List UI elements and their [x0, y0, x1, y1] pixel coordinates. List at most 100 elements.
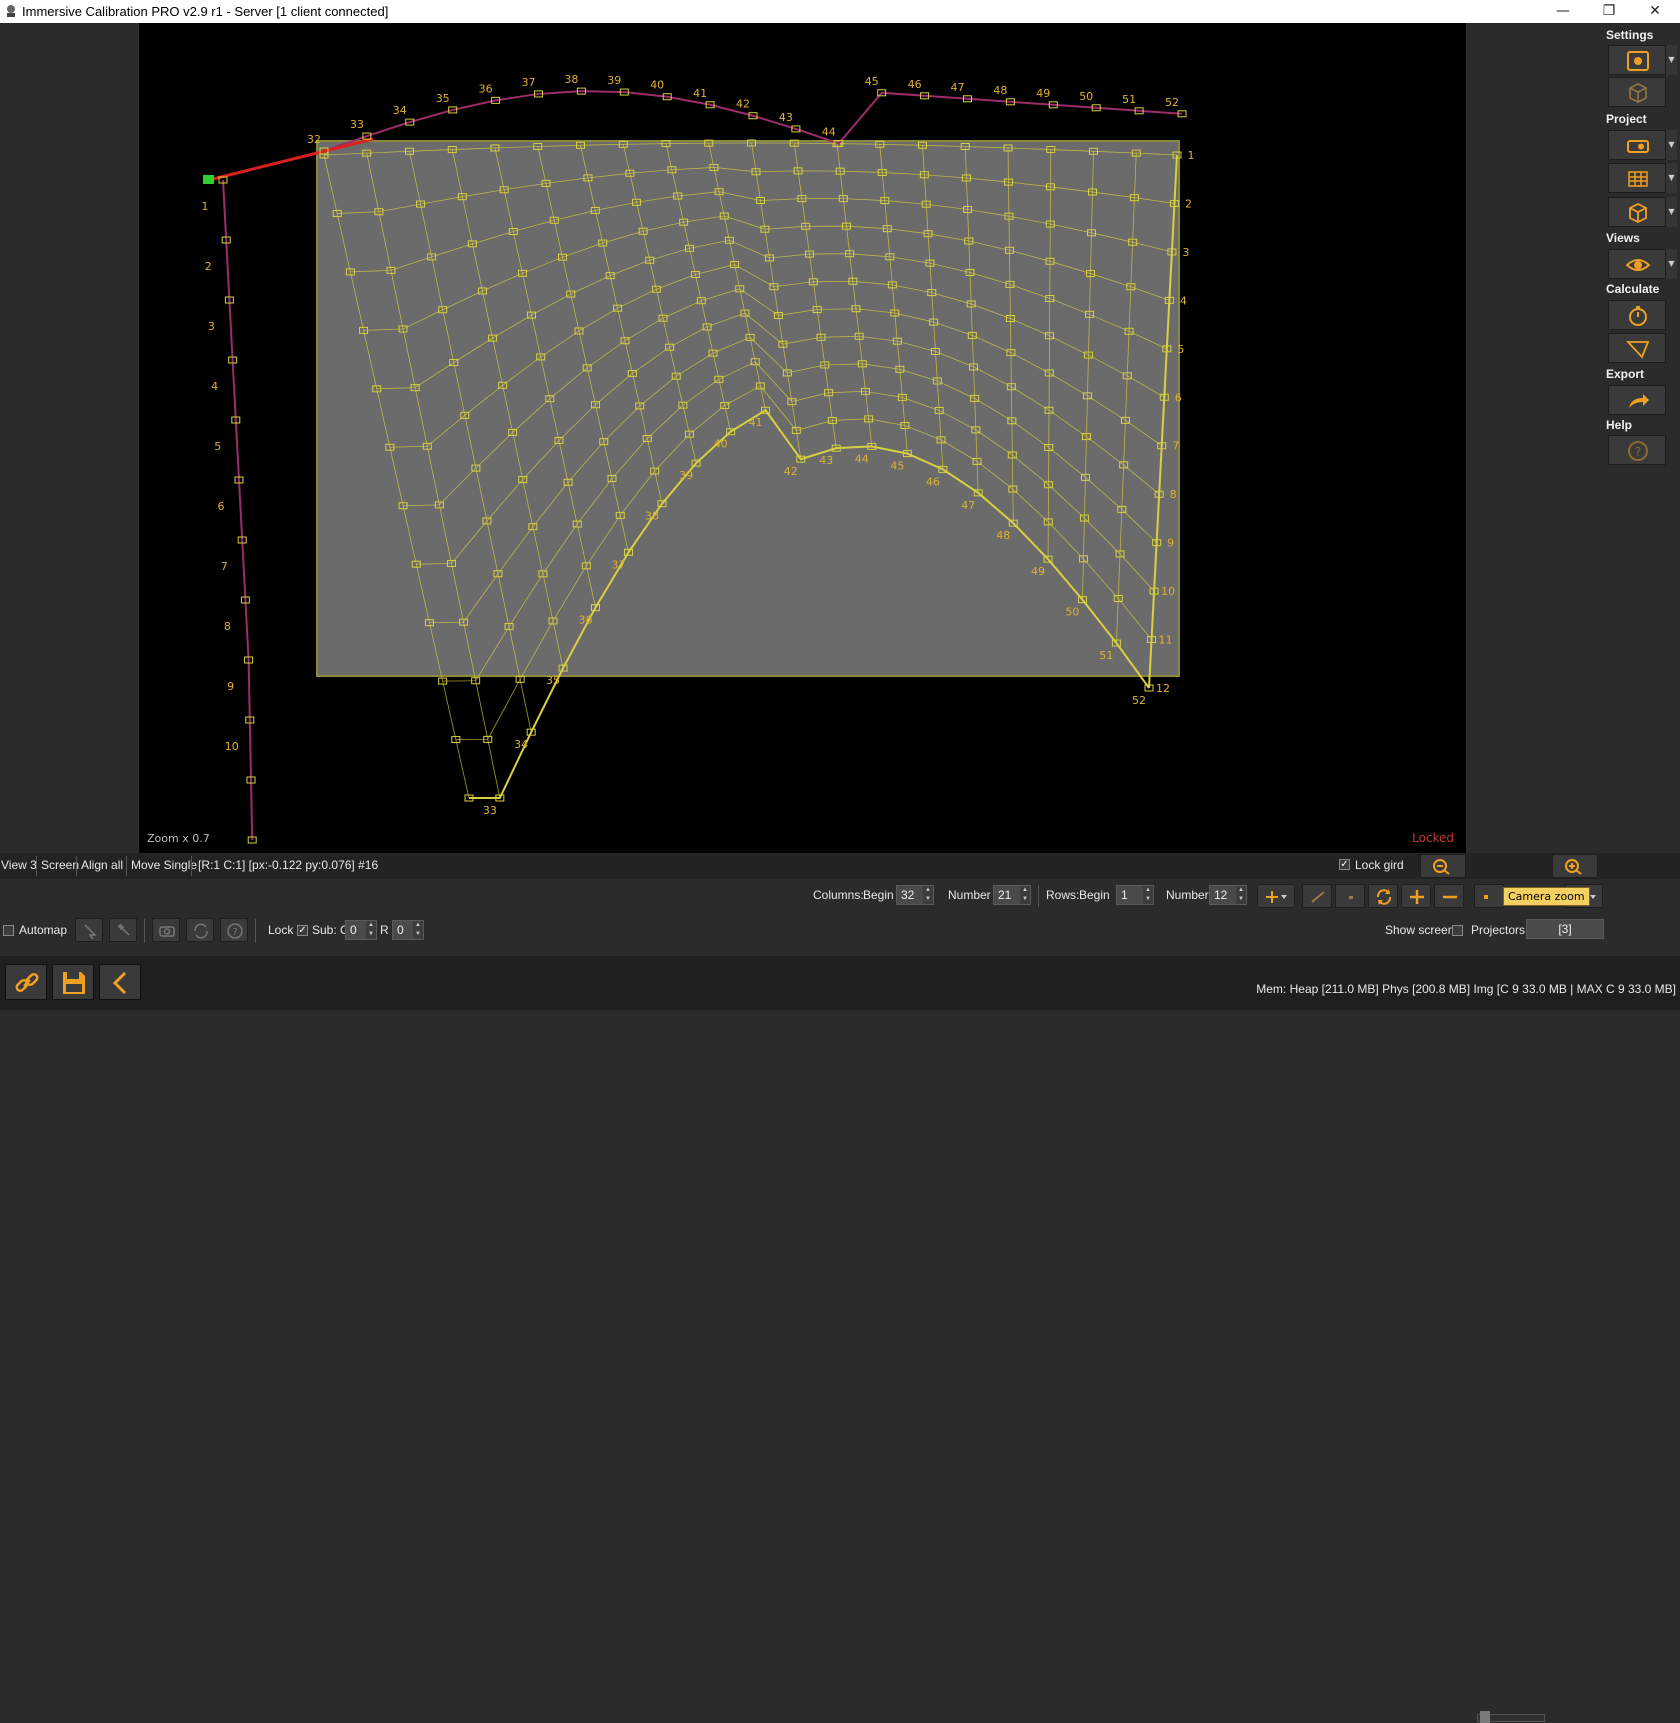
sync-button[interactable]	[186, 918, 214, 942]
chevron-left-icon	[112, 971, 127, 995]
views-dropdown[interactable]: ▼	[1666, 249, 1677, 279]
back-button[interactable]	[99, 964, 141, 1000]
left-row-label: 6	[218, 500, 225, 513]
camera-zoom-slider[interactable]	[1477, 1711, 1545, 1723]
cursor-icon	[84, 924, 97, 940]
top-column-label: 34	[393, 104, 407, 117]
help-icon: ?	[1628, 441, 1648, 461]
top-column-label: 39	[607, 74, 621, 87]
columns-begin-value: 32	[901, 888, 915, 902]
cursor-info: [R:1 C:1] [px:-0.122 py:0.076] #16	[198, 858, 379, 872]
top-column-label: 32	[307, 133, 321, 146]
minimize-button[interactable]: —	[1540, 0, 1586, 23]
screen-mode-button[interactable]: Screen	[41, 858, 79, 872]
calibration-grid-canvas[interactable]: 3233343536 37 38 39 404142434445 46 47 48 49 50 51…	[139, 23, 1466, 853]
spin-arrows-icon[interactable]: ▲ ▼	[923, 886, 933, 904]
show-screen-checkbox[interactable]	[1452, 925, 1463, 936]
zoom-in-button[interactable]	[1552, 854, 1598, 878]
info-button[interactable]: ?	[220, 918, 248, 942]
export-button[interactable]	[1608, 385, 1666, 415]
calculate-button[interactable]	[1608, 300, 1666, 330]
lock-grid-checkbox[interactable]: ✓	[1339, 859, 1350, 870]
save-button[interactable]	[52, 964, 94, 1000]
model-button[interactable]	[1608, 197, 1666, 227]
grid-settings-button[interactable]	[1608, 77, 1666, 107]
app-icon	[7, 5, 15, 17]
zoom-out-button[interactable]	[1420, 854, 1466, 878]
restore-button[interactable]: ❐	[1586, 0, 1632, 23]
rows-begin-value: 1	[1121, 888, 1128, 902]
mesh-dropdown[interactable]: ▼	[1666, 163, 1677, 193]
move-mode-button[interactable]: Move Single	[131, 858, 197, 872]
top-column-label: 37	[522, 76, 536, 89]
bottom-column-label: 44	[855, 452, 869, 465]
top-column-label: 41	[693, 87, 707, 100]
calibration-viewport[interactable]: 32 33 34 35 36 37 38 39 40 41 42 43 44 45 46 47 48 49 50 51…	[139, 23, 1466, 853]
spin-arrows-icon[interactable]: ▲ ▼	[413, 921, 423, 939]
project-section-label: Project	[1606, 112, 1647, 126]
slider-knob[interactable]	[1480, 1711, 1490, 1723]
top-column-label: 48	[993, 84, 1007, 97]
left-row-label: 1	[202, 200, 209, 213]
close-button[interactable]: ✕	[1632, 0, 1678, 23]
settings-dropdown[interactable]: ▼	[1666, 45, 1677, 75]
model-dropdown[interactable]: ▼	[1666, 197, 1677, 227]
spin-arrows-icon[interactable]: ▲ ▼	[1020, 886, 1030, 904]
projector-button[interactable]	[1608, 130, 1666, 160]
frustum-icon	[1626, 341, 1650, 359]
top-column-label: 43	[779, 111, 793, 124]
zoom-indicator: Zoom x 0.7	[147, 832, 210, 845]
grid-dot-button[interactable]	[1474, 884, 1504, 908]
bottom-column-label: 47	[961, 499, 975, 512]
connect-button[interactable]	[5, 964, 47, 1000]
automap-checkbox[interactable]	[3, 925, 14, 936]
top-column-label: 46	[908, 78, 922, 91]
rows-begin-input[interactable]: 1 ▲ ▼	[1116, 885, 1154, 905]
align-mode-button[interactable]: Align all	[81, 858, 123, 872]
add-button[interactable]	[1401, 884, 1431, 908]
remove-button[interactable]	[1434, 884, 1464, 908]
screenshot-button[interactable]	[152, 918, 180, 942]
sub-c-input[interactable]: 0 ▲ ▼	[345, 920, 377, 940]
right-row-label: 12	[1156, 682, 1170, 695]
left-row-label: 8	[224, 620, 231, 633]
lock-label: Lock	[268, 923, 294, 937]
pick-tool-button[interactable]	[75, 918, 103, 942]
left-row-label: 2	[205, 260, 212, 273]
status-bar: View 3 Screen Align all Move Single [R:1…	[0, 853, 1680, 1723]
settings-button[interactable]	[1608, 45, 1666, 75]
rows-number-input[interactable]: 12 ▲ ▼	[1209, 885, 1247, 905]
window-title: Immersive Calibration PRO v2.9 r1 - Serv…	[22, 4, 389, 19]
columns-number-input[interactable]: 21 ▲ ▼	[993, 885, 1031, 905]
rows-number-value: 12	[1214, 888, 1228, 902]
columns-begin-input[interactable]: 32 ▲ ▼	[896, 885, 934, 905]
spin-arrows-icon[interactable]: ▲ ▼	[1143, 886, 1153, 904]
projector-dropdown[interactable]: ▼	[1666, 130, 1677, 160]
spin-arrows-icon[interactable]: ▲ ▼	[366, 921, 376, 939]
mesh-button[interactable]	[1608, 163, 1666, 193]
bottom-column-label: 35	[546, 674, 560, 687]
insert-point-button[interactable]	[1257, 884, 1295, 908]
settings-gear-icon	[1627, 51, 1649, 71]
multi-pick-button[interactable]	[109, 918, 137, 942]
top-column-label: 52	[1165, 96, 1179, 109]
rows-begin-label: Begin	[1079, 888, 1110, 902]
frustum-button[interactable]	[1608, 333, 1666, 363]
bottom-column-label: 34	[514, 738, 528, 751]
projectors-selector[interactable]: [3]	[1526, 919, 1604, 939]
top-column-label: 51	[1122, 93, 1136, 106]
sub-r-input[interactable]: 0 ▲ ▼	[392, 920, 424, 940]
spin-arrows-icon[interactable]: ▲ ▼	[1236, 886, 1246, 904]
save-icon	[63, 972, 85, 994]
help-button[interactable]: ?	[1608, 435, 1666, 465]
refresh-button[interactable]	[1368, 884, 1398, 908]
divider	[1038, 885, 1039, 907]
point-tool-button[interactable]	[1335, 884, 1365, 908]
views-button[interactable]	[1608, 249, 1666, 279]
view-mode-button[interactable]: View 3	[1, 858, 37, 872]
left-row-label: 7	[221, 560, 228, 573]
line-tool-button[interactable]	[1302, 884, 1332, 908]
sub-lock-checkbox[interactable]: ✓	[297, 925, 308, 936]
bottom-column-label: 52	[1132, 694, 1146, 707]
export-arrow-icon	[1629, 394, 1649, 408]
